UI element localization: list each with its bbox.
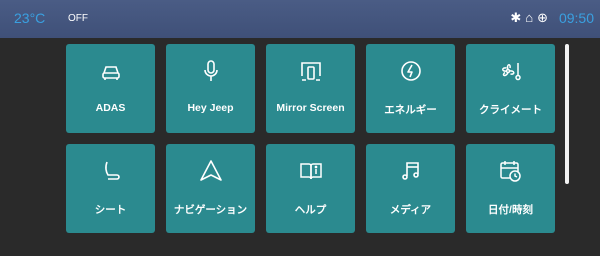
clock: 09:50 <box>558 10 594 26</box>
phone-mirror-icon <box>266 58 355 88</box>
tile-climate[interactable]: クライメート <box>466 44 555 133</box>
tile-seat[interactable]: シート <box>66 144 155 233</box>
status-bar: 23°C OFF ✱⌂⊕ 09:50 <box>0 0 600 38</box>
ac-status[interactable]: OFF <box>68 13 88 24</box>
temperature[interactable]: 23°C <box>14 10 45 26</box>
status-icons: ✱⌂⊕ <box>510 10 552 26</box>
microphone-icon <box>166 58 255 88</box>
tile-media[interactable]: メディア <box>366 144 455 233</box>
scrollbar[interactable] <box>565 44 569 184</box>
location-icon: ⊕ <box>537 10 552 25</box>
tile-label: ヘルプ <box>294 204 327 216</box>
tile-label: ADAS <box>95 102 126 114</box>
vehicle-status-icon: ⌂ <box>525 10 538 25</box>
tile-energy[interactable]: エネルギー <box>366 44 455 133</box>
car-icon <box>66 58 155 88</box>
seat-icon <box>66 158 155 188</box>
fan-icon <box>466 58 555 88</box>
help-book-icon <box>266 158 355 188</box>
tile-label: シート <box>94 204 127 216</box>
tile-hey-jeep[interactable]: Hey Jeep <box>166 44 255 133</box>
music-icon <box>366 158 455 188</box>
energy-icon <box>366 58 455 88</box>
tile-label: ナビゲーション <box>173 204 248 216</box>
tile-label: Hey Jeep <box>187 102 234 114</box>
tile-label: Mirror Screen <box>276 102 345 114</box>
navigation-icon <box>166 158 255 188</box>
tile-date-time[interactable]: 日付/時刻 <box>466 144 555 233</box>
tile-help[interactable]: ヘルプ <box>266 144 355 233</box>
calendar-clock-icon <box>466 158 555 188</box>
tile-label: 日付/時刻 <box>488 204 533 216</box>
tile-navigation[interactable]: ナビゲーション <box>166 144 255 233</box>
tile-label: クライメート <box>479 104 542 116</box>
tile-adas[interactable]: ADAS <box>66 44 155 133</box>
bluetooth-icon: ✱ <box>510 10 526 25</box>
tile-label: メディア <box>389 204 432 216</box>
tile-mirror-screen[interactable]: Mirror Screen <box>266 44 355 133</box>
tile-label: エネルギー <box>384 104 437 116</box>
